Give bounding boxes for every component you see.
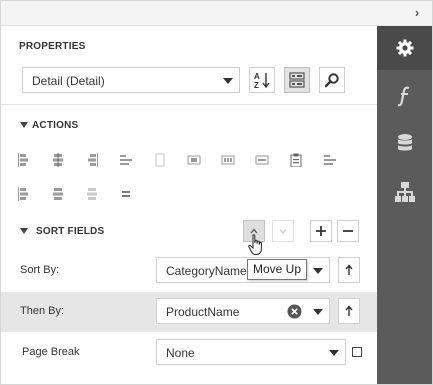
search-icon — [324, 73, 339, 88]
panel-sidebar — [377, 26, 432, 384]
sidebar-item-report-explorer[interactable] — [377, 170, 432, 214]
sidebar-item-properties[interactable] — [377, 26, 432, 70]
sort-by-order-button[interactable] — [338, 257, 360, 283]
align-left-icon[interactable] — [17, 153, 31, 167]
database-icon — [397, 134, 412, 151]
actions-title: ACTIONS — [32, 120, 79, 131]
gear-icon — [396, 39, 413, 57]
properties-title: PROPERTIES — [19, 41, 86, 52]
svg-text:Z: Z — [254, 81, 259, 89]
minus-icon — [343, 230, 353, 232]
clear-icon[interactable] — [287, 304, 302, 319]
align-baseline-icon[interactable] — [119, 187, 133, 201]
sidebar-item-data-source[interactable] — [377, 122, 432, 166]
align-lines-icon[interactable] — [119, 153, 133, 167]
sort-az-icon: A Z — [254, 72, 270, 89]
categorized-icon — [289, 72, 305, 88]
chevron-down-icon — [313, 309, 323, 315]
object-selector[interactable]: Detail (Detail) — [22, 67, 240, 93]
chevron-down-icon — [313, 268, 323, 274]
expand-sort-fields-icon[interactable] — [20, 228, 28, 234]
expand-actions-icon[interactable] — [20, 122, 28, 128]
categorized-button[interactable] — [284, 67, 310, 93]
hierarchy-icon — [394, 182, 415, 202]
panel-topbar: › — [1, 1, 432, 26]
remove-sort-field-button[interactable] — [337, 220, 359, 242]
move-down-button[interactable] — [272, 220, 294, 242]
align-top-icon[interactable] — [17, 187, 31, 201]
arrow-up-icon — [345, 264, 353, 275]
then-by-order-button[interactable] — [338, 298, 360, 324]
move-up-tooltip: Move Up — [247, 259, 308, 280]
align-center-icon[interactable] — [51, 153, 65, 167]
object-selector-value: Detail (Detail) — [32, 74, 105, 88]
hand-cursor-icon — [248, 234, 262, 255]
align-middle-icon[interactable] — [51, 187, 65, 201]
sort-fields-title: SORT FIELDS — [36, 226, 105, 237]
svg-text:A: A — [254, 72, 260, 81]
add-sort-field-button[interactable] — [310, 220, 332, 242]
search-button[interactable] — [319, 67, 345, 93]
align-right-icon[interactable] — [85, 153, 99, 167]
properties-content: PROPERTIES Detail (Detail) A Z ACTIONS S… — [1, 26, 377, 384]
then-by-value: ProductName — [166, 305, 240, 319]
function-icon — [397, 86, 409, 107]
clipboard-icon[interactable] — [289, 153, 303, 167]
then-by-label: Then By: — [20, 305, 65, 317]
plus-icon — [316, 226, 326, 236]
then-by-select[interactable]: ProductName — [156, 298, 330, 324]
section-divider — [1, 104, 377, 105]
page-break-select[interactable]: None — [156, 339, 346, 365]
page-break-value: None — [166, 346, 195, 360]
sidebar-item-expressions[interactable] — [377, 74, 432, 118]
page-break-checkbox[interactable] — [352, 347, 362, 357]
page-break-label: Page Break — [22, 346, 80, 358]
align-text-icon[interactable] — [323, 153, 337, 167]
distribute-h-icon[interactable] — [187, 153, 201, 167]
blank-icon[interactable] — [153, 153, 167, 167]
sort-by-label: Sort By: — [20, 264, 60, 276]
sort-alphabetically-button[interactable]: A Z — [249, 67, 275, 93]
chevron-down-icon — [223, 78, 233, 84]
chevron-down-icon — [279, 229, 287, 234]
sort-by-value: CategoryName — [166, 264, 247, 278]
chevron-down-icon — [329, 350, 339, 356]
align-bands-icon[interactable] — [255, 153, 269, 167]
distribute-v-icon[interactable] — [221, 153, 235, 167]
collapse-panel-button[interactable]: › — [410, 6, 424, 20]
arrow-up-icon — [345, 305, 353, 316]
align-bottom-icon[interactable] — [85, 187, 99, 201]
